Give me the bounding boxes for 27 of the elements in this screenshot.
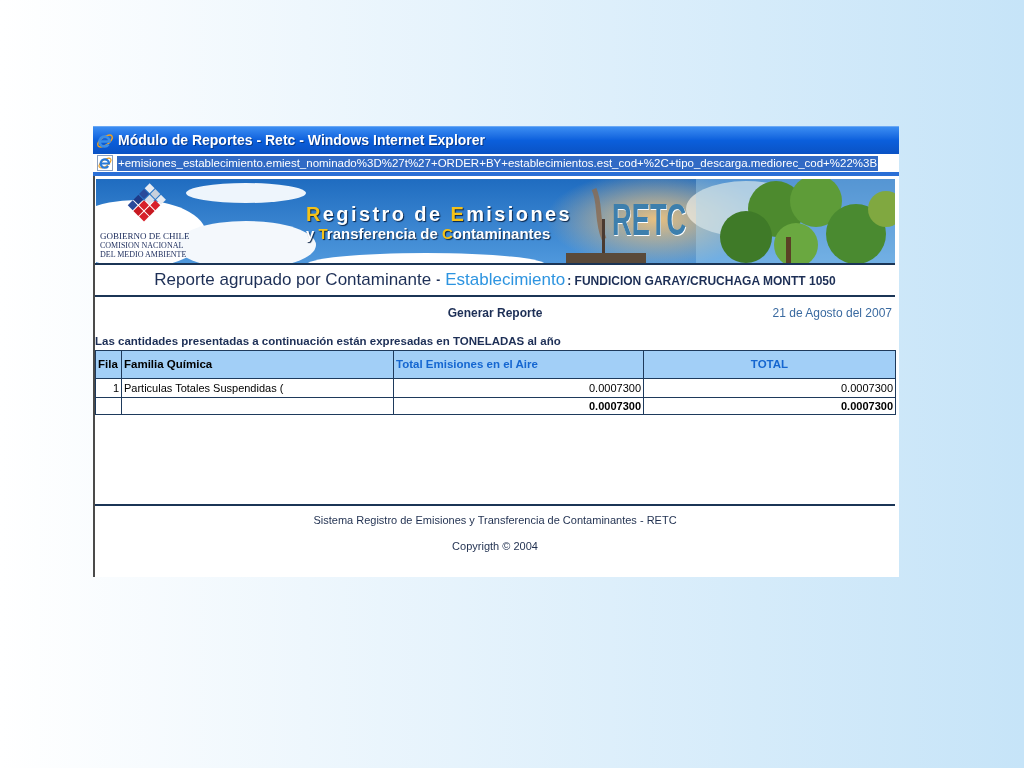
footer-text: Sistema Registro de Emisiones y Transferencia de Contaminantes - RETC: [313, 514, 677, 527]
table-cell: 0.0007300: [643, 397, 896, 415]
units-note: Las cantidades presentadas a continuación están expresadas en TONELADAS al año: [95, 334, 561, 348]
table-cell: 0.0007300: [643, 378, 896, 398]
logo-text: COMISION NACIONAL: [100, 241, 184, 250]
table-cell: 0.0007300: [393, 378, 644, 398]
e-logo-icon: [96, 131, 114, 150]
table-cell: 0.0007300: [393, 397, 644, 415]
column-header: TOTAL: [643, 350, 896, 379]
column-header: Familia Química: [121, 350, 394, 379]
column-header: Total Emisiones en el Aire: [393, 350, 644, 379]
table-cell: 1: [95, 378, 122, 398]
report-date: 21 de Agosto del 2007: [772, 305, 893, 322]
report-title: Reporte agrupado por Contaminante: [154, 269, 432, 292]
logo-text: DEL MEDIO AMBIENTE: [100, 250, 187, 259]
column-header: Fila: [95, 350, 122, 379]
window-title: Módulo de Reportes - Retc - Windows Internet Explorer: [118, 131, 485, 150]
entity-name: : FUNDICION GARAY/CRUCHAGA MONTT 1050: [567, 273, 836, 290]
entity-label: Establecimiento: [445, 269, 566, 292]
generate-report-link[interactable]: Generar Reporte: [447, 304, 543, 322]
address-text[interactable]: +emisiones_establecimiento.emiest_nominado%3D%27t%27+ORDER+BY+establecimientos.est_cod+%2C+tipo_descarga.mediorec_cod+%22%3B: [117, 155, 879, 171]
copyright-text: Copyrigth © 2004: [452, 540, 538, 553]
logo-text: GOBIERNO DE CHILE: [100, 231, 190, 241]
title-separator: -: [436, 272, 441, 289]
banner-title: Registro de Emisiones: [306, 204, 573, 225]
banner-acronym: RETC: [612, 198, 687, 242]
table-cell: Particulas Totales Suspendidas (: [121, 378, 394, 398]
